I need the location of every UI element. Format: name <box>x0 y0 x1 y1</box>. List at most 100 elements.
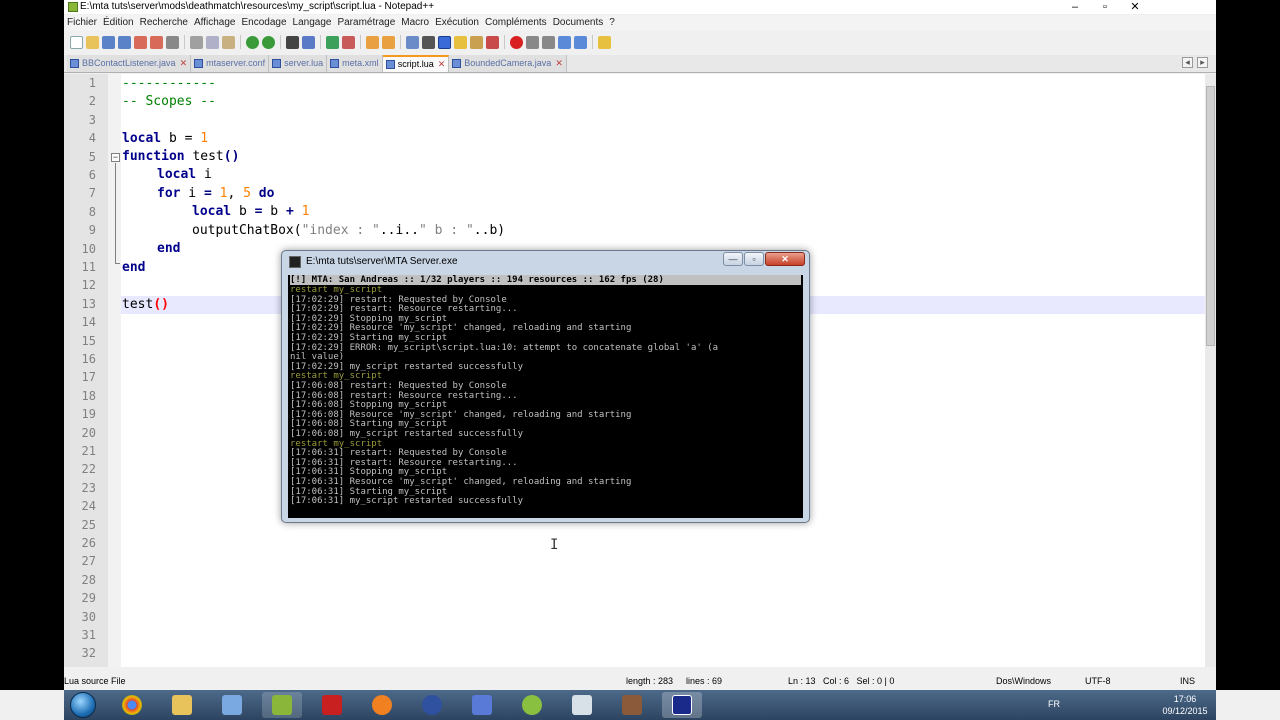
fold-toggle-icon[interactable]: − <box>111 153 120 162</box>
wrap-icon[interactable] <box>406 35 419 49</box>
tab-boundedcamera[interactable]: BoundedCamera.java ✕ <box>449 55 567 72</box>
doc-map-icon[interactable] <box>470 35 483 49</box>
tab-scroll-right-icon[interactable]: ▸ <box>1197 57 1208 68</box>
tab-meta-xml[interactable]: meta.xml <box>327 55 383 72</box>
tab-close-icon[interactable]: ✕ <box>180 55 188 72</box>
number: 5 <box>243 186 251 201</box>
line-number: 7 <box>88 186 96 201</box>
undo-icon[interactable] <box>246 35 259 49</box>
menu-complements[interactable]: Compléments <box>482 15 550 31</box>
start-button[interactable] <box>70 692 96 718</box>
line-number: 14 <box>81 315 96 330</box>
save-all-icon[interactable] <box>118 35 131 49</box>
insert-mode: INS <box>1180 676 1196 686</box>
zoom-out-icon[interactable] <box>342 35 355 49</box>
taskbar-tetris[interactable] <box>462 692 502 718</box>
sync-v-icon[interactable] <box>366 35 379 49</box>
maximize-button[interactable]: ▫ <box>1090 0 1120 14</box>
clock[interactable]: 17:06 09/12/2015 <box>1160 693 1210 717</box>
menu-execution[interactable]: Exécution <box>432 15 482 31</box>
new-icon[interactable] <box>70 35 83 49</box>
code-line-11: end <box>122 260 145 275</box>
console-maximize-button[interactable]: ▫ <box>744 252 764 266</box>
close-file-icon[interactable] <box>134 35 147 49</box>
close-button[interactable]: ✕ <box>1120 0 1150 14</box>
menu-help[interactable]: ? <box>606 15 618 31</box>
tab-server-lua[interactable]: server.lua <box>269 55 328 72</box>
cursor-position: Ln : 13 Col : 6 Sel : 0 | 0 <box>788 676 895 686</box>
console-output[interactable]: [!] MTA: San Andreas :: 1/32 players :: … <box>288 275 803 518</box>
find-icon[interactable] <box>286 35 299 49</box>
sync-h-icon[interactable] <box>382 35 395 49</box>
taskbar-mta-server[interactable] <box>662 692 702 718</box>
taskbar-mta[interactable] <box>412 692 452 718</box>
cut-icon[interactable] <box>190 35 203 49</box>
indent-guide-icon[interactable] <box>438 35 451 49</box>
menu-recherche[interactable]: Recherche <box>137 15 191 31</box>
redo-icon[interactable] <box>262 35 275 49</box>
taskbar-chrome[interactable] <box>112 692 152 718</box>
record-macro-icon[interactable] <box>510 35 523 49</box>
language-indicator[interactable]: FR <box>1048 699 1060 709</box>
operator: .. <box>473 223 490 238</box>
menu-fichier[interactable]: Fichier <box>64 15 100 31</box>
menu-encodage[interactable]: Encodage <box>238 15 289 31</box>
taskbar-blender[interactable] <box>362 692 402 718</box>
taskbar-console[interactable] <box>562 692 602 718</box>
save-macro-icon[interactable] <box>574 35 587 49</box>
taskbar-game[interactable] <box>612 692 652 718</box>
replace-icon[interactable] <box>302 35 315 49</box>
plugin-icon[interactable] <box>598 35 611 49</box>
console-line: [17:06:31] Stopping my_script <box>290 467 448 478</box>
menu-affichage[interactable]: Affichage <box>191 15 239 31</box>
tab-close-icon[interactable]: ✕ <box>555 55 563 72</box>
tab-label: mtaserver.conf <box>206 58 266 68</box>
menu-edition[interactable]: Édition <box>100 15 137 31</box>
menu-macro[interactable]: Macro <box>398 15 432 31</box>
udl-icon[interactable] <box>454 35 467 49</box>
tab-scroll-left-icon[interactable]: ◂ <box>1182 57 1193 68</box>
taskbar-android[interactable] <box>512 692 552 718</box>
minimize-button[interactable]: – <box>1060 0 1090 14</box>
code-line-10: end <box>157 241 180 256</box>
menu-langage[interactable]: Langage <box>290 15 335 31</box>
taskbar-notepadpp[interactable] <box>262 692 302 718</box>
tab-mtaserver-conf[interactable]: mtaserver.conf <box>191 55 270 72</box>
print-icon[interactable] <box>166 35 179 49</box>
open-icon[interactable] <box>86 35 99 49</box>
zoom-in-icon[interactable] <box>326 35 339 49</box>
console-minimize-button[interactable]: — <box>723 252 743 266</box>
play-multiple-icon[interactable] <box>558 35 571 49</box>
show-all-chars-icon[interactable] <box>422 35 435 49</box>
console-line: [17:06:08] Resource 'my_script' changed,… <box>290 409 632 420</box>
taskbar-filezilla[interactable] <box>312 692 352 718</box>
tab-script-lua[interactable]: script.lua ✕ <box>382 55 450 73</box>
line-number: 12 <box>81 278 96 293</box>
paste-icon[interactable] <box>222 35 235 49</box>
file-icon <box>272 59 282 68</box>
save-icon[interactable] <box>102 35 115 49</box>
close-all-icon[interactable] <box>150 35 163 49</box>
taskbar-explorer[interactable] <box>162 692 202 718</box>
menu-documents[interactable]: Documents <box>550 15 607 31</box>
tab-close-icon[interactable]: ✕ <box>438 56 446 73</box>
code-line-8: local b = b + 1 <box>192 204 309 219</box>
function-list-icon[interactable] <box>486 35 499 49</box>
line-number: 11 <box>81 260 96 274</box>
menu-parametrage[interactable]: Paramétrage <box>334 15 398 31</box>
window-title: E:\mta tuts\server\mods\deathmatch\resou… <box>80 1 435 12</box>
taskbar-virtualbox[interactable] <box>212 692 252 718</box>
console-line: [17:06:08] Starting my_script <box>290 419 448 430</box>
console-close-button[interactable]: ✕ <box>765 252 805 266</box>
copy-icon[interactable] <box>206 35 219 49</box>
tab-bbcontactlistener[interactable]: BBContactListener.java ✕ <box>67 55 192 72</box>
string: " b : " <box>419 223 474 238</box>
play-macro-icon[interactable] <box>542 35 555 49</box>
tab-label: BBContactListener.java <box>82 58 176 68</box>
stop-macro-icon[interactable] <box>526 35 539 49</box>
scrollbar-thumb[interactable] <box>1206 86 1215 346</box>
vertical-scrollbar[interactable] <box>1205 74 1216 667</box>
console-line: [17:06:08] my_script restarted successfu… <box>290 429 523 439</box>
mta-server-console-window[interactable]: E:\mta tuts\server\MTA Server.exe — ▫ ✕ … <box>281 250 810 523</box>
notepadpp-icon <box>272 695 292 715</box>
